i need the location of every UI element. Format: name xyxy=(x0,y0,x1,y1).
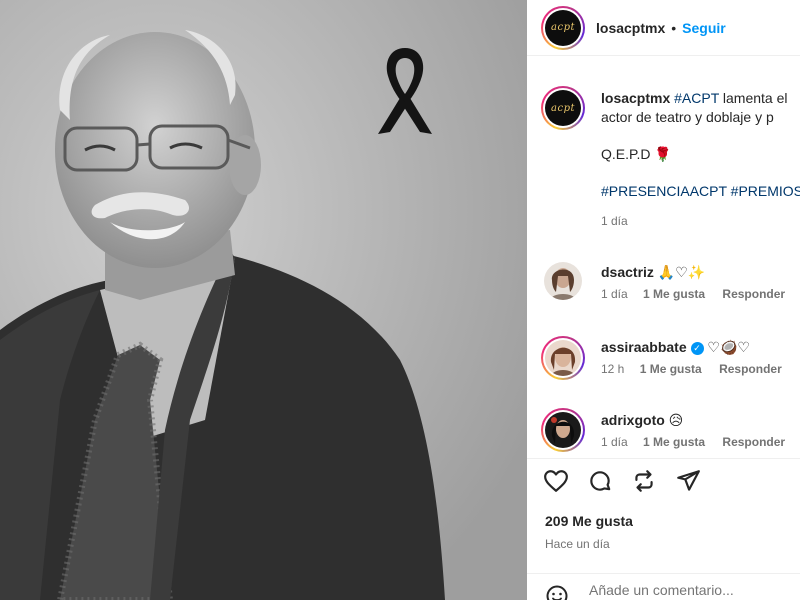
portrait-image xyxy=(0,0,527,600)
post-actions: 209 Me gusta Hace un día xyxy=(527,458,800,600)
comment-input[interactable] xyxy=(589,582,789,598)
acpt-logo: acpt xyxy=(545,90,581,126)
comment-body: adrixgoto 😥 1 día 1 Me gusta Responder xyxy=(601,408,785,449)
reply-button[interactable]: Responder xyxy=(722,287,785,301)
caption-qepd: Q.E.P.D 🌹 xyxy=(601,146,672,162)
caption-text-line-2: actor de teatro y doblaje y p xyxy=(601,109,774,125)
action-icons xyxy=(543,465,719,497)
repost-icon[interactable] xyxy=(631,468,657,494)
reply-button[interactable]: Responder xyxy=(719,362,782,376)
caption-text: lamenta el xyxy=(722,90,788,106)
comment-username[interactable]: adrixgoto xyxy=(601,412,665,428)
comment-time: 1 día xyxy=(601,435,628,449)
post-photo[interactable] xyxy=(0,0,527,600)
caption-time-text: 1 día xyxy=(601,214,628,228)
likes-count[interactable]: 209 Me gusta xyxy=(545,513,633,529)
comment-username[interactable]: assiraabbate xyxy=(601,339,687,355)
comment-time: 1 día xyxy=(601,287,628,301)
hashtag-link[interactable]: #ACPT xyxy=(674,90,719,106)
post-side-panel: acpt losacptmx • Seguir acpt losacptmx #… xyxy=(527,0,800,600)
reply-button[interactable]: Responder xyxy=(722,435,785,449)
commenter-avatar[interactable] xyxy=(544,262,582,300)
acpt-logo: acpt xyxy=(545,9,581,46)
comment-composer xyxy=(527,573,800,600)
author-avatar[interactable]: acpt xyxy=(541,5,585,50)
caption-username[interactable]: losacptmx xyxy=(601,90,670,106)
comment-likes[interactable]: 1 Me gusta xyxy=(643,287,705,301)
comment-body: assiraabbate ✓ ♡🥥♡ 12 h 1 Me gusta Respo… xyxy=(601,336,782,376)
comments-list[interactable]: acpt losacptmx #ACPT lamenta el actor de… xyxy=(527,56,800,458)
comment-likes[interactable]: 1 Me gusta xyxy=(640,362,702,376)
mourning-ribbon-icon xyxy=(378,48,432,134)
follow-button[interactable]: Seguir xyxy=(682,20,726,36)
caption-hashtags[interactable]: #PRESENCIAACPT #PREMIOS xyxy=(601,182,800,201)
comment-text: ♡🥥♡ xyxy=(707,339,750,355)
caption-avatar[interactable]: acpt xyxy=(541,86,585,130)
emoji-icon[interactable] xyxy=(545,584,569,600)
verified-badge-icon: ✓ xyxy=(690,342,704,355)
comment-body: dsactriz 🙏♡✨ 1 día 1 Me gusta Responder xyxy=(601,262,785,301)
post-header: acpt losacptmx • Seguir xyxy=(527,0,800,56)
header-separator: • xyxy=(671,19,677,36)
comment-likes[interactable]: 1 Me gusta xyxy=(643,435,705,449)
post-time: Hace un día xyxy=(545,537,610,551)
comment-icon[interactable] xyxy=(587,468,613,494)
comment-time: 12 h xyxy=(601,362,625,376)
author-username[interactable]: losacptmx xyxy=(596,20,665,36)
caption-time: 1 día xyxy=(601,214,800,228)
comment-text: 🙏♡✨ xyxy=(657,264,706,280)
heart-icon[interactable] xyxy=(543,468,569,494)
comment-text: 😥 xyxy=(668,412,684,428)
send-icon[interactable] xyxy=(675,468,701,494)
comment-username[interactable]: dsactriz xyxy=(601,264,654,280)
commenter-avatar[interactable] xyxy=(541,336,585,380)
commenter-avatar[interactable] xyxy=(541,408,585,452)
caption-body: losacptmx #ACPT lamenta el actor de teat… xyxy=(601,86,800,228)
